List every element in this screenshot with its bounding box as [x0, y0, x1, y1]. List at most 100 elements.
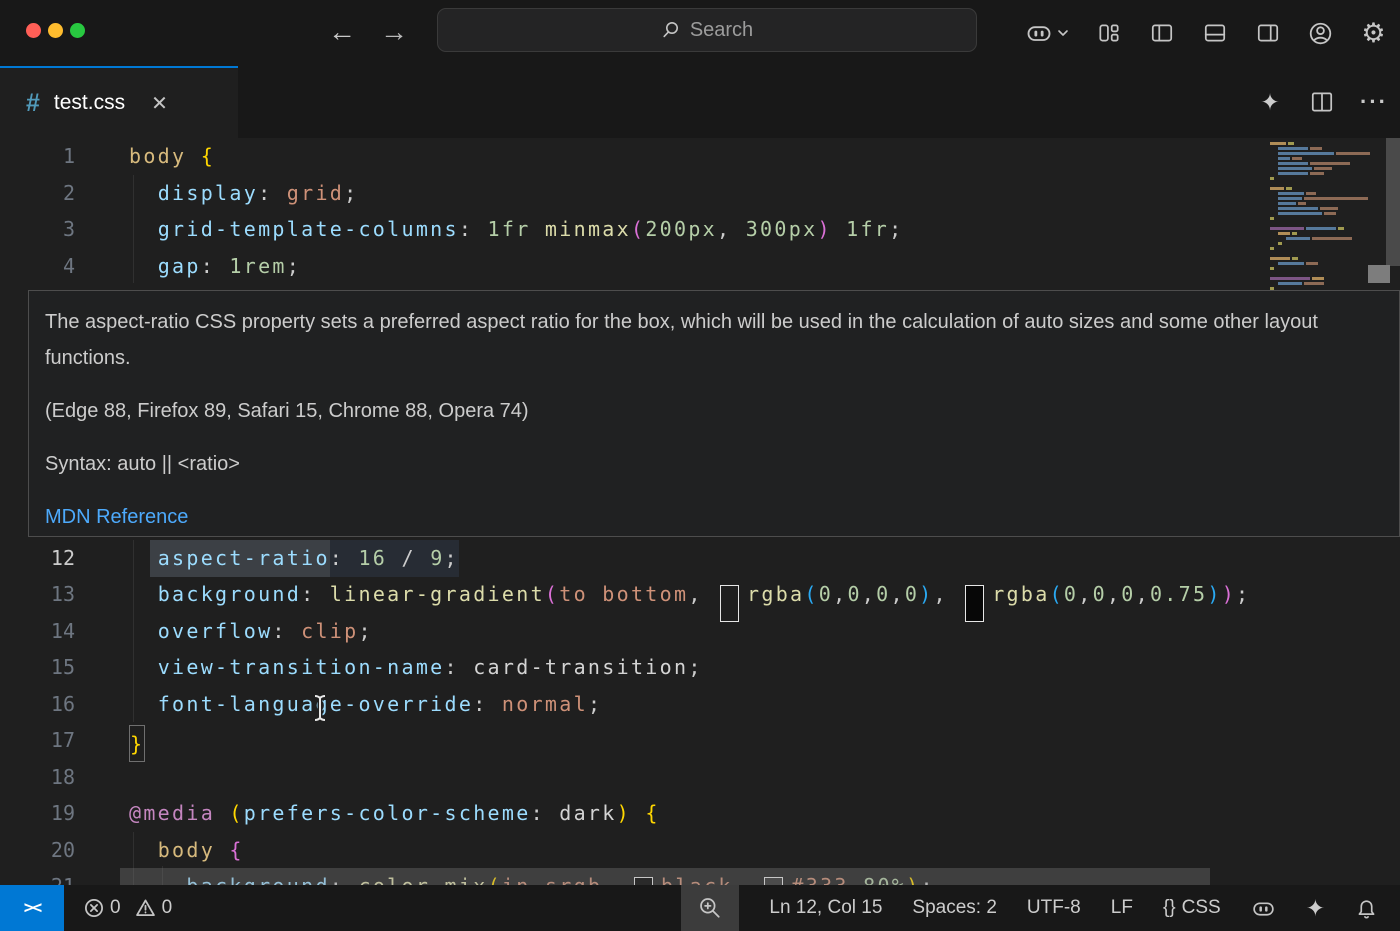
code-token [531, 211, 545, 248]
status-bar: >< 0 0 Ln 12, Col 15 Spaces: 2 UTF-8 LF [0, 885, 1400, 931]
minimap-row [1270, 267, 1382, 270]
split-editor-button[interactable] [1296, 89, 1348, 115]
code-token: prefers-color-scheme [244, 795, 531, 832]
editor[interactable]: 1body {2 display: grid;3 grid-template-c… [0, 138, 1400, 885]
titlebar: ← → Search [0, 0, 1400, 66]
line-number[interactable]: 2 [0, 175, 75, 212]
code-token: : [445, 649, 474, 686]
line-number[interactable]: 15 [0, 649, 75, 686]
code-line-13[interactable]: 13 background: linear-gradient(to bottom… [0, 576, 1260, 613]
code-line-4[interactable]: 4 gap: 1rem; [0, 248, 1260, 285]
line-number[interactable]: 20 [0, 832, 75, 869]
code-token: , [1078, 576, 1092, 613]
problems-button[interactable]: 0 0 [84, 897, 172, 919]
minimap-segment [1306, 262, 1318, 265]
minimap-segment [1306, 192, 1316, 195]
line-content: overflow: clip; [75, 613, 373, 650]
code-line-15[interactable]: 15 view-transition-name: card-transition… [0, 649, 1260, 686]
minimap-segment [1306, 227, 1336, 230]
window-minimize-button[interactable] [48, 23, 63, 38]
line-number[interactable]: 3 [0, 211, 75, 248]
minimap-segment [1324, 212, 1336, 215]
code-token: ( [229, 795, 243, 832]
line-number[interactable]: 4 [0, 248, 75, 285]
css-file-icon: # [26, 89, 40, 118]
code-line-14[interactable]: 14 overflow: clip; [0, 613, 1260, 650]
code-token [215, 832, 229, 869]
code-token: : [301, 576, 330, 613]
code-line-12[interactable]: 12 aspect-ratio: 16 / 9; [0, 540, 1260, 577]
line-number[interactable]: 21 [0, 868, 75, 885]
line-number[interactable]: 1 [0, 138, 75, 175]
code-line-2[interactable]: 2 display: grid; [0, 175, 1260, 212]
copilot-icon [1251, 896, 1276, 921]
code-token [631, 795, 645, 832]
horizontal-scrollbar[interactable] [120, 868, 1210, 885]
minimap-row [1270, 192, 1382, 195]
minimap-segment [1270, 187, 1284, 190]
accounts-button[interactable] [1294, 20, 1347, 47]
sparkle-status-button[interactable]: ✦ [1306, 895, 1325, 922]
code-token: ; [445, 540, 459, 577]
minimap-row [1270, 272, 1382, 275]
window-zoom-button[interactable] [70, 23, 85, 38]
command-center-search[interactable]: Search [437, 8, 977, 52]
vertical-scrollbar[interactable] [1386, 138, 1400, 266]
minimap-segment [1278, 242, 1282, 245]
more-actions-button[interactable]: ··· [1348, 89, 1400, 115]
minimap-segment [1278, 262, 1304, 265]
language-mode-button[interactable]: {} CSS [1163, 897, 1221, 919]
code-token: 9 [430, 540, 444, 577]
line-number[interactable]: 14 [0, 613, 75, 650]
toggle-panel-button[interactable] [1188, 20, 1241, 46]
code-token: ) [1222, 576, 1236, 613]
minimap-segment [1278, 147, 1308, 150]
line-number[interactable]: 12 [0, 540, 75, 577]
code-token [129, 248, 158, 285]
navigate-back-button[interactable]: ← [328, 12, 356, 52]
line-number[interactable]: 13 [0, 576, 75, 613]
tab-test-css[interactable]: # test.css ✕ [0, 66, 238, 138]
minimap-row [1270, 212, 1382, 215]
line-number[interactable]: 18 [0, 759, 75, 796]
screenshot-zoom-button[interactable] [681, 885, 739, 931]
copilot-menu-button[interactable] [1012, 19, 1082, 47]
customize-layout-button[interactable] [1082, 20, 1135, 46]
code-line-19[interactable]: 19@media (prefers-color-scheme: dark) { [0, 795, 1260, 832]
tooltip-description: The aspect-ratio CSS property sets a pre… [45, 304, 1379, 376]
copilot-status-button[interactable] [1251, 896, 1276, 921]
indentation-button[interactable]: Spaces: 2 [912, 897, 997, 919]
code-token: , [934, 576, 963, 613]
code-line-3[interactable]: 3 grid-template-columns: 1fr minmax(200p… [0, 211, 1260, 248]
code-token: to bottom [559, 576, 688, 613]
line-content: background: linear-gradient(to bottom, r… [75, 576, 1250, 613]
code-token: clip [301, 613, 358, 650]
line-content [75, 759, 129, 796]
line-number[interactable]: 17 [0, 722, 75, 759]
code-line-17[interactable]: 17} [0, 722, 1260, 759]
encoding-button[interactable]: UTF-8 [1027, 897, 1081, 919]
code-token: , [890, 576, 904, 613]
tab-close-icon[interactable]: ✕ [151, 91, 168, 116]
split-editor-icon [1309, 89, 1335, 115]
code-line-1[interactable]: 1body { [0, 138, 1260, 175]
vertical-scrollbar-handle[interactable] [1368, 265, 1390, 283]
eol-button[interactable]: LF [1111, 897, 1133, 919]
notifications-button[interactable] [1355, 897, 1378, 920]
editor-sparkle-button[interactable]: ✦ [1244, 89, 1296, 116]
mdn-reference-link[interactable]: MDN Reference [45, 506, 188, 528]
line-number[interactable]: 16 [0, 686, 75, 723]
navigate-forward-button[interactable]: → [380, 12, 408, 52]
code-line-20[interactable]: 20 body { [0, 832, 1260, 869]
remote-indicator-button[interactable]: >< [0, 885, 64, 931]
minimap-row [1270, 197, 1382, 200]
code-line-18[interactable]: 18 [0, 759, 1260, 796]
toggle-primary-sidebar-button[interactable] [1135, 20, 1188, 46]
line-number[interactable]: 19 [0, 795, 75, 832]
settings-button[interactable]: ⚙ [1347, 18, 1400, 49]
warning-count: 0 [162, 897, 173, 919]
toggle-secondary-sidebar-button[interactable] [1241, 20, 1294, 46]
window-close-button[interactable] [26, 23, 41, 38]
code-line-16[interactable]: 16 font-language-override: normal; [0, 686, 1260, 723]
cursor-position-button[interactable]: Ln 12, Col 15 [769, 897, 882, 919]
